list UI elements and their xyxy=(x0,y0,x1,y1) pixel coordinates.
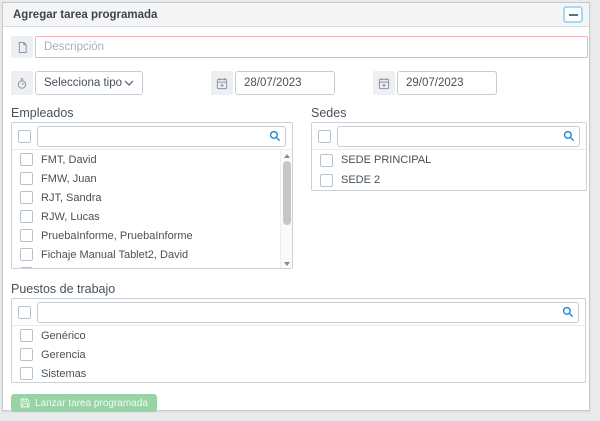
item-label: FMT, David xyxy=(41,154,97,166)
collapse-panel-button[interactable] xyxy=(563,6,583,23)
item-label: RJT, Sandra xyxy=(41,192,102,204)
document-icon xyxy=(11,36,33,58)
item-label: Genérico xyxy=(41,330,86,342)
list-item[interactable]: FMT, David xyxy=(12,150,280,169)
date-from-row xyxy=(211,71,335,95)
date-to-row xyxy=(373,71,497,95)
panel-title: Agregar tarea programada xyxy=(13,9,157,21)
launch-task-label: Lanzar tarea programada xyxy=(35,398,148,409)
empleados-search-input[interactable] xyxy=(37,126,286,147)
puestos-multiselect: Genérico Gerencia Sistemas xyxy=(11,298,586,383)
item-checkbox[interactable] xyxy=(20,329,33,342)
item-label: RJW, Lucas xyxy=(41,211,100,223)
item-label: Fichaje Manual Tablet2, David xyxy=(41,249,188,261)
scrollbar[interactable] xyxy=(280,151,292,268)
empleados-list: FMT, David FMW, Juan RJT, Sandra RJW, Lu… xyxy=(12,150,280,268)
description-input[interactable] xyxy=(35,36,588,58)
list-item[interactable]: SEDE 2 xyxy=(312,170,586,190)
save-icon xyxy=(20,398,30,408)
list-item[interactable]: Fichaje Manual Tablet2, David xyxy=(12,245,280,264)
list-item[interactable]: Genérico xyxy=(12,326,585,345)
empleados-label: Empleados xyxy=(11,106,74,120)
date-from-input[interactable] xyxy=(235,71,335,95)
item-label: SEDE 2 xyxy=(341,174,380,186)
list-item[interactable]: FMW, Juan xyxy=(12,169,280,188)
scroll-down-icon[interactable] xyxy=(281,259,293,268)
puestos-search-input[interactable] xyxy=(37,302,579,323)
minus-icon xyxy=(569,14,578,16)
panel-header: Agregar tarea programada xyxy=(3,3,589,27)
list-item[interactable]: SEDE PRINCIPAL xyxy=(312,150,586,170)
item-label: Sistemas xyxy=(41,368,86,380)
empleados-multiselect: FMT, David FMW, Juan RJT, Sandra RJW, Lu… xyxy=(11,122,293,269)
puestos-select-all-checkbox[interactable] xyxy=(18,306,31,319)
list-item[interactable]: Gerencia xyxy=(12,345,585,364)
search-icon xyxy=(563,130,575,142)
add-scheduled-task-panel: Agregar tarea programada Selecciona tipo xyxy=(2,2,590,411)
list-item-partial[interactable] xyxy=(12,264,280,268)
type-row: Selecciona tipo xyxy=(11,71,143,95)
sedes-list: SEDE PRINCIPAL SEDE 2 xyxy=(312,150,586,190)
item-checkbox[interactable] xyxy=(20,267,33,268)
item-checkbox[interactable] xyxy=(20,229,33,242)
item-checkbox[interactable] xyxy=(320,154,333,167)
puestos-label: Puestos de trabajo xyxy=(11,282,115,296)
list-item[interactable]: Sistemas xyxy=(12,364,585,382)
item-checkbox[interactable] xyxy=(20,153,33,166)
item-label: SEDE PRINCIPAL xyxy=(341,154,431,166)
item-checkbox[interactable] xyxy=(20,210,33,223)
item-checkbox[interactable] xyxy=(20,172,33,185)
calendar-icon xyxy=(373,71,395,95)
puestos-search-row xyxy=(12,299,585,326)
sedes-label: Sedes xyxy=(311,106,346,120)
scrollbar-thumb[interactable] xyxy=(283,161,291,225)
stopwatch-icon xyxy=(11,71,33,95)
sedes-search-row xyxy=(312,123,586,150)
empleados-select-all-checkbox[interactable] xyxy=(18,130,31,143)
description-row xyxy=(11,36,588,58)
list-item[interactable]: RJT, Sandra xyxy=(12,188,280,207)
item-checkbox[interactable] xyxy=(320,174,333,187)
item-label: FMW, Juan xyxy=(41,173,97,185)
list-item[interactable]: RJW, Lucas xyxy=(12,207,280,226)
search-icon xyxy=(562,306,574,318)
item-checkbox[interactable] xyxy=(20,191,33,204)
sedes-search-input[interactable] xyxy=(337,126,580,147)
empleados-search-row xyxy=(12,123,292,150)
scroll-up-icon[interactable] xyxy=(281,151,293,160)
puestos-list: Genérico Gerencia Sistemas xyxy=(12,326,585,382)
calendar-icon xyxy=(211,71,233,95)
item-checkbox[interactable] xyxy=(20,248,33,261)
item-checkbox[interactable] xyxy=(20,348,33,361)
sedes-multiselect: SEDE PRINCIPAL SEDE 2 xyxy=(311,122,587,191)
list-item[interactable]: PruebaInforme, PruebaInforme xyxy=(12,226,280,245)
date-to-input[interactable] xyxy=(397,71,497,95)
launch-task-button[interactable]: Lanzar tarea programada xyxy=(11,394,157,412)
sedes-select-all-checkbox[interactable] xyxy=(318,130,331,143)
item-label: Gerencia xyxy=(41,349,86,361)
search-icon xyxy=(269,130,281,142)
type-select-value: Selecciona tipo xyxy=(44,77,122,89)
type-select[interactable]: Selecciona tipo xyxy=(35,71,143,95)
item-checkbox[interactable] xyxy=(20,367,33,380)
chevron-down-icon xyxy=(124,80,134,86)
item-label: PruebaInforme, PruebaInforme xyxy=(41,230,193,242)
